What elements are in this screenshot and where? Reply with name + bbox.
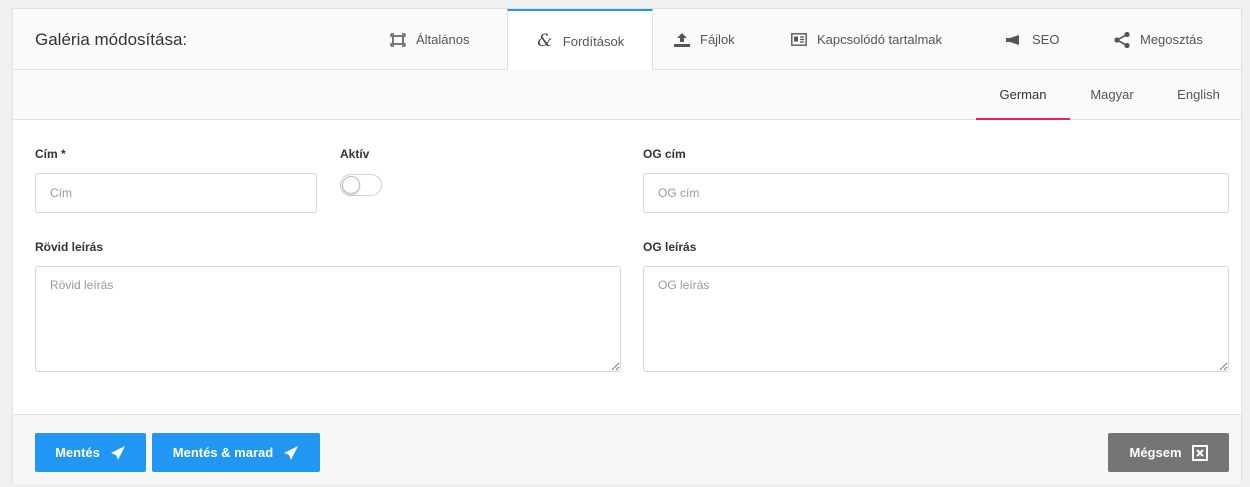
- lang-tab-english[interactable]: English: [1154, 70, 1243, 120]
- cancel-button-label: Mégsem: [1129, 445, 1182, 460]
- og-desc-label: OG leírás: [643, 240, 697, 254]
- paper-plane-icon: [283, 445, 299, 461]
- tab-label: Megosztás: [1140, 32, 1203, 47]
- active-label: Aktív: [340, 147, 370, 161]
- tab-label: Fordítások: [562, 33, 625, 49]
- og-title-label: OG cím: [643, 147, 686, 161]
- tab-files[interactable]: Fájlok: [673, 9, 773, 70]
- card-header: Galéria módosítása: Általános & Fordítás…: [13, 9, 1241, 71]
- lang-tab-german[interactable]: German: [976, 70, 1070, 120]
- save-and-stay-button[interactable]: Mentés & marad: [152, 433, 320, 472]
- tab-translations[interactable]: & Fordítások: [507, 9, 653, 71]
- megaphone-icon: [1005, 31, 1023, 49]
- og-title-input[interactable]: [643, 173, 1229, 213]
- tab-related-content[interactable]: Kapcsolódó tartalmak: [790, 9, 980, 70]
- cancel-button[interactable]: Mégsem: [1108, 433, 1229, 472]
- tab-share[interactable]: Megosztás: [1113, 9, 1223, 70]
- short-desc-label: Rövid leírás: [35, 240, 104, 254]
- active-toggle[interactable]: [340, 174, 382, 196]
- tab-label: Kapcsolódó tartalmak: [817, 32, 943, 47]
- close-box-icon: [1191, 444, 1208, 461]
- tab-label: SEO: [1032, 32, 1060, 47]
- save-stay-button-label: Mentés & marad: [172, 445, 274, 460]
- short-desc-textarea[interactable]: [35, 266, 621, 372]
- card-footer: Mentés Mentés & marad Mégsem: [13, 414, 1241, 484]
- gallery-edit-card: Galéria módosítása: Általános & Fordítás…: [12, 8, 1242, 484]
- tab-label: Fájlok: [700, 32, 735, 47]
- tab-general[interactable]: Általános: [389, 9, 511, 70]
- page-title: Galéria módosítása:: [35, 30, 188, 49]
- upload-icon: [673, 31, 691, 49]
- paper-plane-icon: [110, 445, 126, 461]
- tab-seo[interactable]: SEO: [1005, 9, 1085, 70]
- newspaper-icon: [790, 31, 808, 49]
- toggle-knob: [342, 176, 360, 194]
- og-desc-textarea[interactable]: [643, 266, 1229, 372]
- language-tabs: German Magyar English: [13, 70, 1241, 120]
- title-input[interactable]: [35, 173, 317, 213]
- tab-label: Általános: [416, 32, 470, 47]
- save-button[interactable]: Mentés: [35, 433, 146, 472]
- save-button-label: Mentés: [55, 445, 100, 460]
- lang-tab-magyar[interactable]: Magyar: [1070, 70, 1154, 120]
- title-label: Cím *: [35, 147, 66, 161]
- frame-icon: [389, 31, 407, 49]
- share-icon: [1113, 31, 1131, 49]
- ampersand-icon: &: [537, 31, 553, 51]
